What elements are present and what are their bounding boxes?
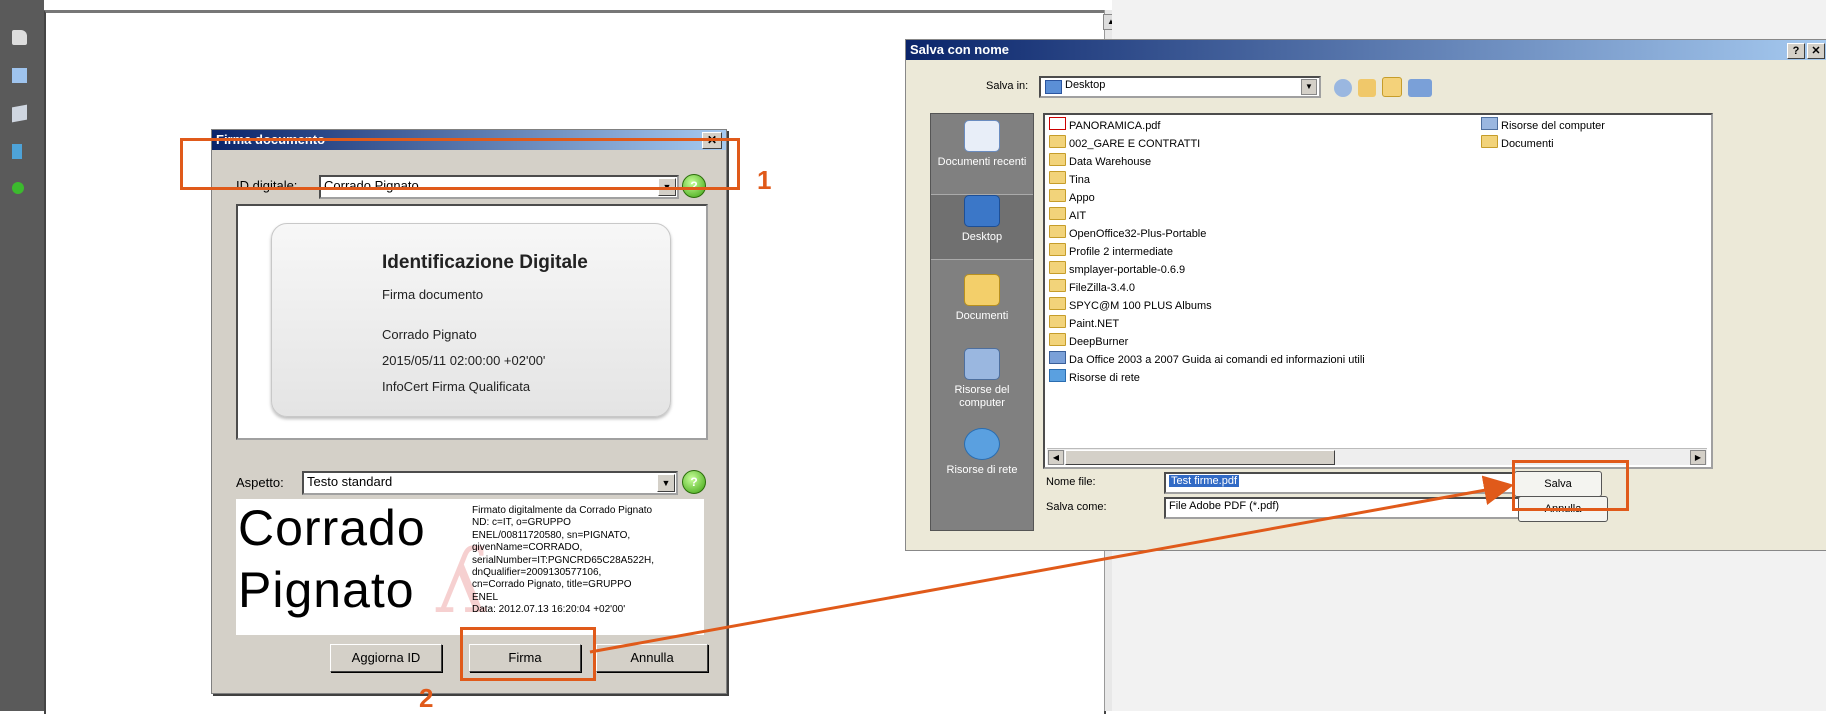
arrow-line: [589, 475, 1514, 654]
arrow-connector: [589, 475, 1514, 654]
